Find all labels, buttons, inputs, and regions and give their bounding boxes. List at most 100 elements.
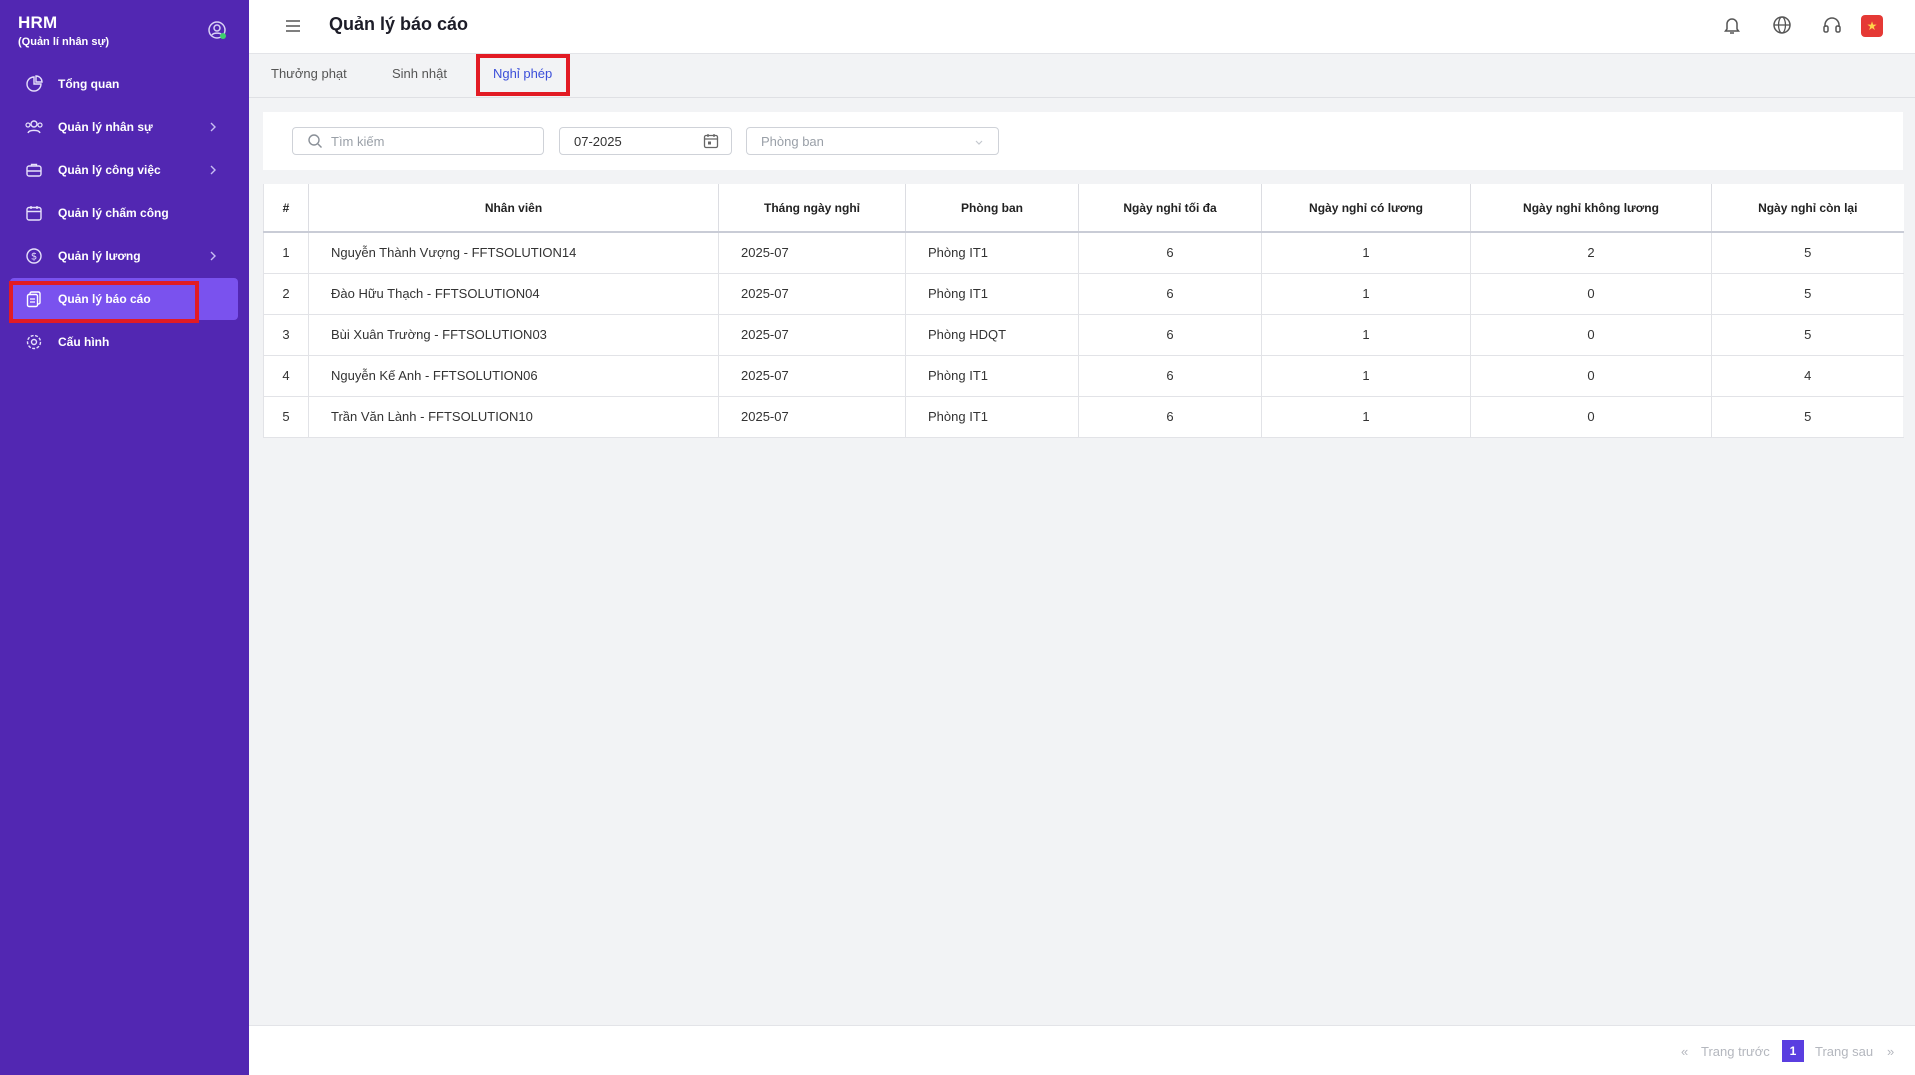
brand: HRM (Quản lí nhân sự) bbox=[18, 13, 109, 48]
column-header: Ngày nghỉ tối đa bbox=[1078, 184, 1262, 233]
bell-icon[interactable] bbox=[1721, 14, 1743, 36]
employee-name: Đào Hữu Thạch - FFTSOLUTION04 bbox=[308, 273, 719, 315]
department: Phòng IT1 bbox=[905, 273, 1079, 315]
search-input[interactable]: Tìm kiếm bbox=[292, 127, 544, 155]
gear-icon bbox=[24, 332, 44, 352]
chevron-down-icon bbox=[974, 137, 984, 147]
sidebar-item-label: Quản lý chấm công bbox=[58, 206, 169, 220]
report-tabs: Thưởng phạt Sinh nhật Nghỉ phép bbox=[249, 54, 1915, 98]
sidebar: HRM (Quản lí nhân sự) Tổng quan Quản lý … bbox=[0, 0, 249, 1075]
unpaid-leave-days: 0 bbox=[1470, 273, 1712, 315]
prev-arrow-icon[interactable]: « bbox=[1681, 1044, 1688, 1059]
department: Phòng IT1 bbox=[905, 232, 1079, 274]
sidebar-item-label: Quản lý công việc bbox=[58, 163, 161, 177]
sidebar-item-hr[interactable]: Quản lý nhân sự bbox=[10, 106, 238, 148]
column-header: Ngày nghỉ có lương bbox=[1261, 184, 1471, 233]
unpaid-leave-days: 2 bbox=[1470, 232, 1712, 274]
column-header: # bbox=[263, 184, 309, 233]
sidebar-item-settings[interactable]: Cấu hình bbox=[10, 321, 238, 363]
table-row[interactable]: 5 Trần Văn Lành - FFTSOLUTION10 2025-07 … bbox=[263, 396, 1904, 438]
row-index: 3 bbox=[263, 314, 309, 356]
globe-icon[interactable] bbox=[1771, 14, 1793, 36]
table-row[interactable]: 4 Nguyễn Kế Anh - FFTSOLUTION06 2025-07 … bbox=[263, 355, 1904, 397]
sidebar-item-attendance[interactable]: Quản lý chấm công bbox=[10, 192, 238, 234]
brand-title: HRM bbox=[18, 13, 58, 32]
calendar-icon bbox=[703, 133, 719, 149]
briefcase-icon bbox=[24, 160, 44, 180]
sidebar-item-label: Tổng quan bbox=[58, 77, 120, 91]
leave-report-table: # Nhân viên Tháng ngày nghỉ Phòng ban Ng… bbox=[263, 184, 1904, 438]
sidebar-item-label: Cấu hình bbox=[58, 335, 110, 349]
remaining-leave-days: 5 bbox=[1711, 314, 1904, 356]
remaining-leave-days: 5 bbox=[1711, 232, 1904, 274]
brand-subtitle: (Quản lí nhân sự) bbox=[18, 36, 110, 48]
employee-name: Nguyễn Thành Vượng - FFTSOLUTION14 bbox=[308, 232, 719, 274]
unpaid-leave-days: 0 bbox=[1470, 355, 1712, 397]
unpaid-leave-days: 0 bbox=[1470, 314, 1712, 356]
month-picker[interactable]: 07-2025 bbox=[559, 127, 732, 155]
search-placeholder: Tìm kiếm bbox=[331, 133, 385, 149]
svg-text:$: $ bbox=[31, 252, 37, 263]
filter-bar: Tìm kiếm 07-2025 Phòng ban bbox=[263, 112, 1903, 170]
pagination-bar: « Trang trước 1 Trang sau » bbox=[249, 1025, 1915, 1075]
max-leave-days: 6 bbox=[1078, 355, 1262, 397]
row-index: 5 bbox=[263, 396, 309, 438]
next-arrow-icon[interactable]: » bbox=[1887, 1044, 1894, 1059]
table-row[interactable]: 3 Bùi Xuân Trường - FFTSOLUTION03 2025-0… bbox=[263, 314, 1904, 356]
column-header: Phòng ban bbox=[905, 184, 1079, 233]
employee-name: Nguyễn Kế Anh - FFTSOLUTION06 bbox=[308, 355, 719, 397]
leave-month: 2025-07 bbox=[718, 314, 906, 356]
sidebar-item-label: Quản lý báo cáo bbox=[58, 292, 151, 306]
unpaid-leave-days: 0 bbox=[1470, 396, 1712, 438]
pie-chart-icon bbox=[24, 74, 44, 94]
leave-month: 2025-07 bbox=[718, 273, 906, 315]
sidebar-nav: Tổng quan Quản lý nhân sự Quản lý công v… bbox=[10, 63, 238, 364]
top-header: Quản lý báo cáo ★ bbox=[249, 0, 1915, 54]
department-select[interactable]: Phòng ban bbox=[746, 127, 999, 155]
search-icon bbox=[307, 133, 323, 149]
report-icon bbox=[24, 289, 44, 309]
vietnam-flag-icon[interactable]: ★ bbox=[1861, 15, 1883, 37]
max-leave-days: 6 bbox=[1078, 396, 1262, 438]
sidebar-item-overview[interactable]: Tổng quan bbox=[10, 63, 238, 105]
sidebar-item-reports[interactable]: Quản lý báo cáo bbox=[10, 278, 238, 320]
hamburger-menu-icon[interactable] bbox=[283, 16, 303, 36]
department: Phòng IT1 bbox=[905, 355, 1079, 397]
table-row[interactable]: 2 Đào Hữu Thạch - FFTSOLUTION04 2025-07 … bbox=[263, 273, 1904, 315]
tab-birthday[interactable]: Sinh nhật bbox=[392, 66, 447, 81]
chevron-right-icon bbox=[206, 163, 220, 177]
page-title: Quản lý báo cáo bbox=[329, 14, 469, 34]
column-header: Ngày nghỉ không lương bbox=[1470, 184, 1712, 233]
leave-month: 2025-07 bbox=[718, 232, 906, 274]
sidebar-item-work[interactable]: Quản lý công việc bbox=[10, 149, 238, 191]
calendar-icon bbox=[24, 203, 44, 223]
paid-leave-days: 1 bbox=[1261, 232, 1471, 274]
department: Phòng HDQT bbox=[905, 314, 1079, 356]
row-index: 2 bbox=[263, 273, 309, 315]
paid-leave-days: 1 bbox=[1261, 314, 1471, 356]
max-leave-days: 6 bbox=[1078, 273, 1262, 315]
page-number-current[interactable]: 1 bbox=[1782, 1040, 1804, 1062]
table-header-row: # Nhân viên Tháng ngày nghỉ Phòng ban Ng… bbox=[263, 184, 1904, 233]
employee-name: Bùi Xuân Trường - FFTSOLUTION03 bbox=[308, 314, 719, 356]
headset-icon[interactable] bbox=[1821, 14, 1843, 36]
leave-month: 2025-07 bbox=[718, 355, 906, 397]
department: Phòng IT1 bbox=[905, 396, 1079, 438]
employee-name: Trần Văn Lành - FFTSOLUTION10 bbox=[308, 396, 719, 438]
sidebar-item-salary[interactable]: $ Quản lý lương bbox=[10, 235, 238, 277]
month-value: 07-2025 bbox=[574, 133, 622, 149]
chevron-right-icon bbox=[206, 249, 220, 263]
department-placeholder: Phòng ban bbox=[761, 133, 824, 149]
tab-leave[interactable]: Nghỉ phép bbox=[493, 66, 552, 81]
user-profile-icon[interactable] bbox=[206, 19, 228, 41]
next-page-button[interactable]: Trang sau bbox=[1815, 1044, 1873, 1059]
tab-rewards[interactable]: Thưởng phạt bbox=[271, 66, 347, 81]
row-index: 1 bbox=[263, 232, 309, 274]
table-row[interactable]: 1 Nguyễn Thành Vượng - FFTSOLUTION14 202… bbox=[263, 232, 1904, 274]
paid-leave-days: 1 bbox=[1261, 273, 1471, 315]
remaining-leave-days: 4 bbox=[1711, 355, 1904, 397]
max-leave-days: 6 bbox=[1078, 232, 1262, 274]
remaining-leave-days: 5 bbox=[1711, 273, 1904, 315]
sidebar-item-label: Quản lý lương bbox=[58, 249, 141, 263]
prev-page-button[interactable]: Trang trước bbox=[1701, 1044, 1770, 1059]
